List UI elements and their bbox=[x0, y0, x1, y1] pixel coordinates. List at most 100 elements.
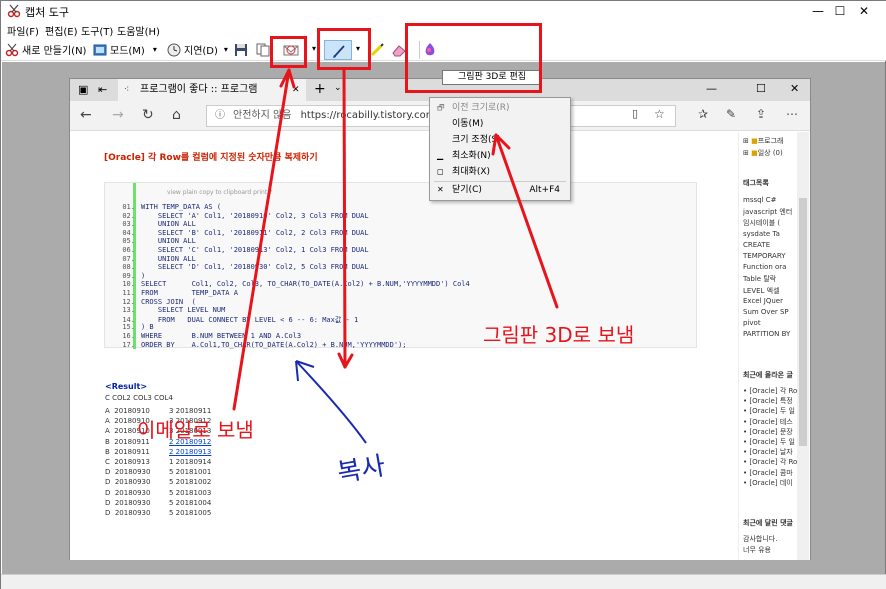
delay-button[interactable]: 지연(D) ▾ bbox=[167, 42, 228, 57]
menu-help[interactable]: 도움말(H) bbox=[117, 23, 160, 38]
comment-item[interactable]: 너무 유용 bbox=[743, 545, 771, 555]
tab-close-icon[interactable]: ✕ bbox=[292, 79, 300, 101]
home-icon[interactable]: ⌂ bbox=[172, 107, 181, 123]
menu-item-close[interactable]: ✕ 닫기(C) Alt+F4 bbox=[430, 182, 570, 198]
result-cell: 5 20181005 bbox=[169, 509, 212, 517]
menu-item-restore[interactable]: 🗗 이전 크기로(R) bbox=[430, 100, 570, 116]
recent-post-item[interactable]: • [Oracle] 두 일 bbox=[743, 406, 795, 416]
mode-button[interactable]: 모드(M) ▾ bbox=[93, 42, 157, 57]
send-dropdown-icon[interactable]: ▾ bbox=[312, 44, 316, 53]
sidebar-tree-item[interactable]: ⊞ ■프로그래 bbox=[743, 136, 783, 146]
close-icon: ✕ bbox=[437, 185, 444, 194]
vertical-scrollbar[interactable] bbox=[797, 132, 809, 560]
tab-aside-icon[interactable]: ⇤ bbox=[98, 83, 107, 96]
highlighter-icon[interactable] bbox=[369, 42, 385, 58]
result-cell: 5 20181002 bbox=[169, 478, 212, 487]
menu-file[interactable]: 파일(F) bbox=[7, 23, 39, 38]
minimize-icon: ▁ bbox=[437, 151, 444, 160]
highlight-box-email bbox=[270, 36, 307, 68]
menu-tools[interactable]: 도구(T) bbox=[81, 23, 113, 38]
tag-item[interactable]: Excel JQuer bbox=[743, 297, 783, 305]
recent-post-item[interactable]: • [Oracle] 문장 bbox=[743, 427, 793, 437]
code-toolbar[interactable]: view plain copy to clipboard print ? bbox=[167, 189, 272, 196]
tag-item[interactable]: mssql C# bbox=[743, 196, 776, 204]
save-icon[interactable] bbox=[234, 43, 248, 57]
recent-post-item[interactable]: • [Oracle] 각 Ro bbox=[743, 386, 797, 396]
window-title: 캡처 도구 bbox=[25, 6, 69, 19]
recent-post-item[interactable]: • [Oracle] 테스 bbox=[743, 417, 793, 427]
tag-item[interactable]: LEVEL 엑셀 bbox=[743, 286, 780, 296]
recent-post-item[interactable]: • [Oracle] 콤마 bbox=[743, 468, 793, 478]
more-icon[interactable]: ⋯ bbox=[786, 107, 798, 121]
recent-comments-heading: 최근에 달린 댓글 bbox=[743, 519, 793, 527]
recent-post-item[interactable]: • [Oracle] 데이 bbox=[743, 478, 793, 488]
tag-item[interactable]: 임시테이블 ( bbox=[743, 218, 780, 228]
mode-label: 모드(M) bbox=[110, 46, 145, 57]
menu-edit[interactable]: 편집(E) bbox=[45, 23, 78, 38]
recent-post-item[interactable]: • [Oracle] 특정 bbox=[743, 396, 793, 406]
result-columns: C COL2 COL3 COL4 bbox=[105, 394, 173, 402]
tag-item[interactable]: PARTITION BY bbox=[743, 330, 790, 338]
back-icon[interactable]: ← bbox=[80, 107, 92, 123]
tag-item[interactable]: Sum Over SP bbox=[743, 308, 789, 316]
result-cell: B 20180911 bbox=[105, 447, 150, 456]
new-snip-button[interactable]: 새로 만들기(N) bbox=[5, 42, 86, 57]
reading-view-icon[interactable]: ▯ bbox=[632, 107, 638, 120]
result-cell: D 20180930 bbox=[105, 488, 151, 497]
new-tab-icon[interactable]: + bbox=[314, 81, 326, 97]
copy-icon[interactable] bbox=[256, 43, 270, 57]
comment-item[interactable]: 감사합니다. bbox=[743, 534, 777, 544]
tag-item[interactable]: javascript 엔터 bbox=[743, 207, 792, 217]
tab-actions-icon[interactable]: ▣ bbox=[78, 83, 88, 96]
favorites-hub-icon[interactable]: ✰ bbox=[698, 107, 708, 121]
tag-item[interactable]: pivot bbox=[743, 319, 761, 327]
menu-item-size[interactable]: 크기 조정(S) bbox=[430, 132, 570, 148]
browser-close-button[interactable]: ✕ bbox=[790, 82, 799, 95]
result-cell: C 20180913 bbox=[105, 458, 150, 466]
share-icon[interactable]: ⇪ bbox=[756, 107, 766, 121]
result-cell: D 20180930 bbox=[105, 478, 151, 487]
tag-item[interactable]: sysdate Ta bbox=[743, 230, 780, 238]
result-cell[interactable]: 2 20180913 bbox=[169, 448, 211, 456]
browser-tab-title: 프로그램이 좋다 :: 프로그램 bbox=[140, 84, 258, 95]
tag-item[interactable]: CREATE bbox=[743, 241, 770, 249]
result-cell: 5 20181003 bbox=[169, 488, 212, 497]
browser-tab[interactable]: ⁖ 프로그램이 좋다 :: 프로그램 ✕ bbox=[118, 79, 306, 101]
menu-item-move[interactable]: 이동(M) bbox=[430, 116, 570, 132]
browser-minimize-button[interactable]: — bbox=[706, 82, 717, 95]
title-bar: 캡처 도구 — ☐ ✕ bbox=[1, 1, 886, 21]
menu-item-maximize[interactable]: ◻ 최대화(X) bbox=[430, 164, 570, 180]
result-cell: 5 20181004 bbox=[169, 498, 212, 507]
post-title[interactable]: [Oracle] 각 Row를 컬럼에 지정된 숫자만큼 복제하기 bbox=[104, 150, 318, 163]
status-bar bbox=[1, 574, 886, 589]
tistory-favicon-icon: ⁖ bbox=[124, 85, 130, 95]
new-snip-label: 새로 만들기(N) bbox=[22, 46, 87, 57]
tag-item[interactable]: Table 탈락 bbox=[743, 274, 776, 284]
recent-post-item[interactable]: • [Oracle] 각 Ro bbox=[743, 457, 797, 467]
maximize-icon: ◻ bbox=[437, 167, 444, 176]
menu-item-minimize[interactable]: ▁ 최소화(N) bbox=[430, 148, 570, 164]
result-cell: D 20180930 bbox=[105, 468, 151, 477]
recent-post-item[interactable]: • [Oracle] 두 일 bbox=[743, 437, 795, 447]
browser-maximize-button[interactable]: ☐ bbox=[756, 82, 766, 95]
tab-list-icon[interactable]: ⌄ bbox=[334, 83, 342, 93]
mode-icon bbox=[93, 44, 107, 55]
scroll-thumb[interactable] bbox=[799, 198, 807, 446]
close-button[interactable]: ✕ bbox=[841, 1, 886, 21]
favorite-star-icon[interactable]: ☆ bbox=[654, 107, 665, 121]
refresh-icon[interactable]: ↻ bbox=[142, 107, 154, 123]
scissors-icon bbox=[7, 4, 21, 18]
forward-icon[interactable]: → bbox=[112, 107, 124, 123]
url-text: https://rocabilly.tistory.com/ bbox=[300, 110, 439, 121]
result-heading: <Result> bbox=[105, 382, 148, 391]
mode-dropdown-icon: ▾ bbox=[152, 45, 157, 54]
tag-item[interactable]: Function ora bbox=[743, 263, 786, 271]
tag-list-heading: 태그목록 bbox=[743, 179, 769, 187]
tag-item[interactable]: TEMPORARY bbox=[743, 252, 786, 260]
window-context-menu: 🗗 이전 크기로(R) 이동(M) 크기 조정(S) ▁ 최소화(N) ◻ 최대화(X… bbox=[429, 97, 571, 201]
result-cell: D 20180930 bbox=[105, 498, 151, 507]
recent-post-item[interactable]: • [Oracle] 날자 bbox=[743, 447, 793, 457]
sidebar-tree-item[interactable]: ⊞ ■일상 (0) bbox=[743, 148, 783, 158]
notes-icon[interactable]: ✎ bbox=[726, 107, 736, 121]
result-cell: 1 20180914 bbox=[169, 458, 212, 466]
